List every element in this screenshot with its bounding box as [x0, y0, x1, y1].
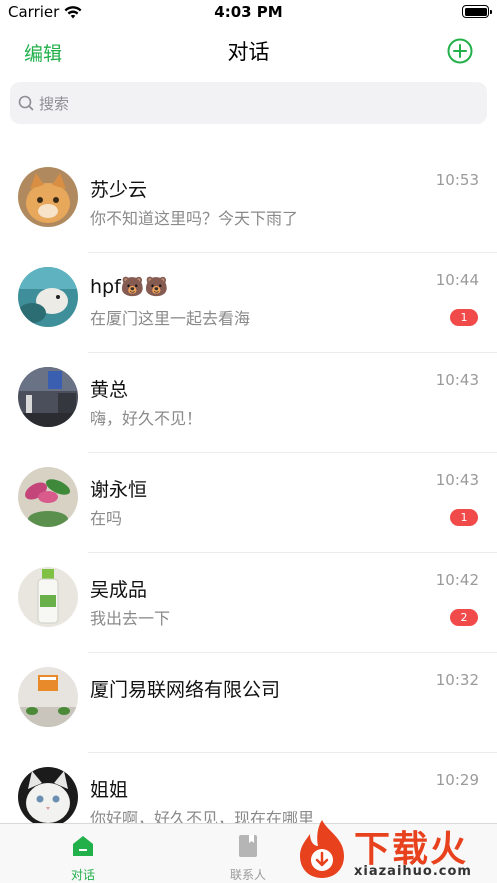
- message-preview: 我出去一下: [90, 609, 171, 628]
- contact-name: 厦门易联网络有限公司: [90, 679, 281, 701]
- contact-name: 苏少云: [90, 179, 148, 201]
- avatar: [18, 167, 78, 227]
- conversation-row[interactable]: 苏少云 你不知道这里吗？今天下雨了 10:53: [0, 153, 497, 253]
- tab-chat[interactable]: 对话: [3, 824, 163, 883]
- contact-name: 谢永恒: [90, 479, 148, 501]
- status-time: 4:03 PM: [214, 3, 283, 21]
- avatar: [18, 767, 78, 827]
- conversation-row[interactable]: 谢永恒 在吗 10:43 1: [0, 453, 497, 553]
- avatar: [18, 667, 78, 727]
- battery-icon: [462, 5, 492, 18]
- avatar: [18, 567, 78, 627]
- contact-name: 黄总: [90, 379, 129, 401]
- unread-badge: 1: [450, 509, 478, 526]
- message-time: 10:42: [435, 571, 479, 589]
- page-title: 对话: [227, 40, 270, 64]
- conversation-row[interactable]: 黄总 嗨，好久不见！ 10:43: [0, 353, 497, 453]
- avatar: [18, 267, 78, 327]
- chat-home-icon: [73, 836, 93, 856]
- flame-logo-icon: [300, 820, 344, 878]
- unread-badge: 2: [450, 609, 478, 626]
- watermark: 下载火 xiazaihuo.com: [292, 818, 497, 883]
- message-time: 10:32: [435, 671, 479, 689]
- message-preview: 在厦门这里一起去看海: [90, 309, 251, 328]
- message-preview: 你不知道这里吗？今天下雨了: [90, 209, 299, 228]
- tab-chat-label: 对话: [70, 868, 95, 882]
- contact-name: 吴成品: [90, 579, 148, 601]
- search-input[interactable]: 搜索: [10, 82, 487, 124]
- avatar: [18, 467, 78, 527]
- nav-bar: 编辑 对话: [0, 24, 497, 76]
- conversation-row[interactable]: hpf🐻🐻 在厦门这里一起去看海 10:44 1: [0, 253, 497, 353]
- message-time: 10:43: [435, 471, 479, 489]
- unread-badge: 1: [450, 309, 478, 326]
- message-time: 10:43: [435, 371, 479, 389]
- contact-name: hpf🐻🐻: [90, 276, 169, 298]
- message-time: 10:53: [435, 171, 479, 189]
- status-bar: Carrier 4:03 PM: [0, 0, 497, 24]
- avatar: [18, 367, 78, 427]
- message-time: 10:29: [435, 771, 479, 789]
- contacts-book-icon: [239, 835, 257, 857]
- search-placeholder: 搜索: [39, 94, 70, 113]
- search-icon: [18, 95, 34, 111]
- add-conversation-button[interactable]: [447, 38, 473, 64]
- message-time: 10:44: [435, 271, 479, 289]
- contact-name: 姐姐: [90, 779, 129, 801]
- watermark-url: xiazaihuo.com: [354, 864, 472, 879]
- conversation-row[interactable]: 吴成品 我出去一下 10:42 2: [0, 553, 497, 653]
- message-preview: 嗨，好久不见！: [90, 409, 203, 428]
- conversation-row[interactable]: 厦门易联网络有限公司 10:32: [0, 653, 497, 753]
- message-preview: 在吗: [90, 509, 123, 528]
- conversation-list: 苏少云 你不知道这里吗？今天下雨了 10:53 hpf🐻🐻 在厦门这里一起去看海…: [0, 153, 497, 853]
